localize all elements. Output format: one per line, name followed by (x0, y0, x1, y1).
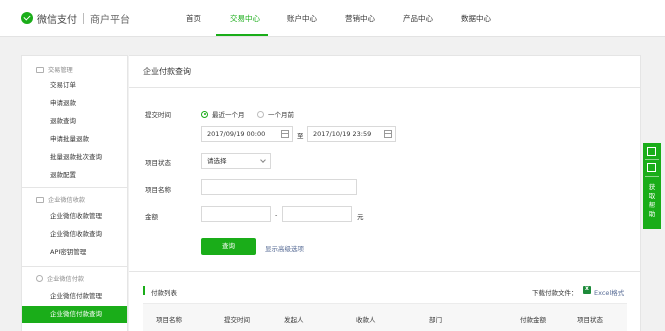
nav-product-center[interactable]: 产品中心 (403, 13, 433, 24)
status-label: 项目状态 (145, 159, 171, 167)
brand-divider (83, 12, 84, 24)
status-select[interactable]: 请选择 (201, 153, 271, 169)
end-date-value: 2017/10/19 23:59 (313, 130, 372, 138)
amount-min-input[interactable] (201, 206, 271, 222)
list-icon (36, 66, 44, 73)
column-header-project-name: 项目名称 (156, 316, 182, 324)
title-divider (129, 87, 640, 88)
start-date-value: 2017/09/19 00:00 (207, 130, 266, 138)
excel-download-link[interactable]: Excel格式 (594, 287, 624, 297)
sidebar-item-payment-query[interactable]: 企业微信付款查询 (22, 306, 127, 323)
amount-unit: 元 (357, 213, 364, 221)
sidebar-divider (22, 187, 127, 188)
end-date-input[interactable]: 2017/10/19 23:59 (307, 126, 396, 142)
advanced-options-link[interactable]: 显示高级选项 (265, 243, 304, 253)
chevron-down-icon (260, 157, 266, 163)
excel-icon[interactable] (583, 285, 591, 294)
floating-help-panel: 获取帮助 (643, 143, 661, 229)
amount-label: 金额 (145, 213, 158, 221)
column-header-submit-time: 提交时间 (224, 316, 250, 324)
nav-marketing-center[interactable]: 营销中心 (345, 13, 375, 24)
sidebar: 交易管理 交易订单 申请退款 退款查询 申请批量退款 批量退款批次查询 退款配置… (21, 55, 128, 331)
sidebar-item-batch-refund[interactable]: 申请批量退款 (22, 132, 127, 146)
calendar-icon[interactable] (281, 130, 289, 138)
list-icon (36, 196, 44, 203)
nav-active-indicator (216, 34, 268, 36)
main-panel: 企业付款查询 提交时间 最近一个月 一个月前 2017/09/19 00:00 … (129, 55, 641, 331)
calendar-icon[interactable] (384, 130, 392, 138)
brand-name: 微信支付 (37, 14, 77, 26)
float-divider (645, 176, 659, 177)
float-divider (645, 159, 659, 160)
sidebar-item-collect-query[interactable]: 企业微信收款查询 (22, 227, 127, 241)
nav-account-center[interactable]: 账户中心 (287, 13, 317, 24)
sidebar-item-refund-config[interactable]: 退款配置 (22, 168, 127, 182)
brand-logo[interactable]: 微信支付 商户平台 (21, 11, 130, 26)
sidebar-item-refund-query[interactable]: 退款查询 (22, 114, 127, 128)
start-date-input[interactable]: 2017/09/19 00:00 (201, 126, 293, 142)
sidebar-divider (22, 266, 127, 267)
sidebar-group-label: 交易管理 (48, 67, 73, 74)
amount-max-input[interactable] (282, 206, 352, 222)
radio-unchecked-icon (257, 110, 264, 118)
nav-home[interactable]: 首页 (186, 13, 201, 24)
project-name-input[interactable] (201, 179, 357, 195)
section-marker (143, 286, 145, 295)
nav-data-center[interactable]: 数据中心 (461, 13, 491, 24)
get-help-button[interactable]: 获取帮助 (647, 183, 657, 219)
submit-time-label: 提交时间 (145, 111, 171, 119)
section-divider (129, 271, 640, 272)
table-header: 项目名称 提交时间 发起人 收款人 部门 付款金额 项目状态 (143, 303, 627, 331)
radio-earlier-month[interactable]: 一个月前 (257, 109, 294, 119)
sidebar-item-payment-manage[interactable]: 企业微信付款管理 (22, 289, 127, 303)
sidebar-item-collect-manage[interactable]: 企业微信收款管理 (22, 209, 127, 223)
radio-recent-month[interactable]: 最近一个月 (201, 109, 245, 119)
sidebar-item-api-key[interactable]: API密钥管理 (22, 245, 127, 259)
edit-icon[interactable] (647, 163, 656, 172)
sidebar-item-orders[interactable]: 交易订单 (22, 78, 127, 92)
page-title: 企业付款查询 (143, 67, 191, 76)
sidebar-group-label: 企业微信付款 (47, 276, 85, 283)
sidebar-group-label: 企业微信收款 (48, 197, 86, 204)
nav-trade-center[interactable]: 交易中心 (230, 13, 260, 24)
status-select-value: 请选择 (207, 157, 227, 165)
radio-label: 一个月前 (268, 111, 294, 119)
brand-subtitle: 商户平台 (90, 14, 130, 26)
radio-checked-icon (201, 110, 208, 118)
top-bar: 微信支付 商户平台 首页 交易中心 账户中心 营销中心 产品中心 数据中心 (0, 0, 665, 37)
column-header-amount: 付款金额 (520, 316, 546, 324)
sidebar-group-payment: 企业微信付款 (36, 274, 84, 283)
radio-label: 最近一个月 (212, 111, 245, 119)
column-header-initiator: 发起人 (284, 316, 304, 324)
user-icon (36, 275, 43, 282)
download-file-label: 下载付款文件： (532, 289, 578, 297)
column-header-status: 项目状态 (577, 316, 603, 324)
upload-icon[interactable] (647, 147, 656, 156)
amount-range-dash: - (275, 211, 278, 219)
sidebar-group-collect: 企业微信收款 (36, 195, 85, 204)
column-header-payee: 收款人 (356, 316, 376, 324)
project-name-label: 项目名称 (145, 186, 171, 194)
sidebar-item-apply-refund[interactable]: 申请退款 (22, 96, 127, 110)
date-range-separator: 至 (297, 132, 304, 140)
column-header-department: 部门 (429, 316, 442, 324)
payment-list-title: 付款列表 (151, 289, 177, 297)
sidebar-item-batch-refund-query[interactable]: 批量退款批次查询 (22, 150, 127, 164)
query-button[interactable]: 查询 (201, 238, 256, 255)
sidebar-group-trade: 交易管理 (36, 65, 73, 74)
wechat-pay-icon (21, 12, 33, 24)
